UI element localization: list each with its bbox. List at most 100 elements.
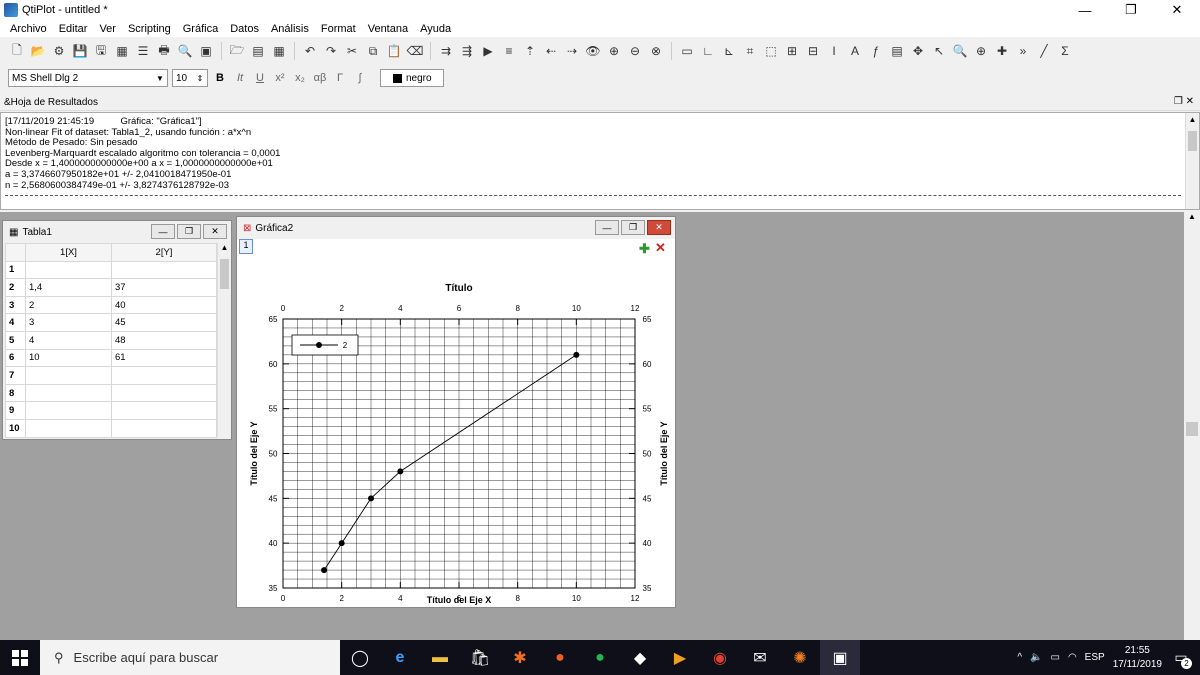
magnifier-icon[interactable]: 🔍 [951,42,969,60]
table-row[interactable]: 7 [5,366,217,385]
table-row[interactable]: 4 3 45 [5,313,217,332]
show-hidden-icons-icon[interactable]: ^ [1017,652,1022,663]
data-point[interactable] [368,495,374,502]
cell-y[interactable]: 45 [111,313,217,332]
menu-datos[interactable]: Datos [224,23,265,35]
table-row[interactable]: 3 2 40 [5,295,217,315]
close-button[interactable]: ✕ [1154,0,1200,20]
row-number[interactable]: 2 [5,278,26,297]
chrome-icon[interactable]: ◉ [700,640,740,675]
cell-y[interactable] [111,401,217,420]
cell-x[interactable]: 2 [25,295,112,315]
row-number[interactable]: 5 [5,330,26,350]
settings-app-icon[interactable]: ✺ [780,640,820,675]
edge-icon[interactable]: e [380,640,420,675]
sort-icon[interactable]: ⇶ [458,42,476,60]
print-preview-icon[interactable]: 🔍 [176,42,194,60]
cut-icon[interactable]: ✂ [343,42,361,60]
cell-y[interactable] [111,383,217,403]
cell-x[interactable]: 4 [25,330,112,350]
close-panel-icon[interactable]: ✕ [1186,96,1194,107]
column-header[interactable]: 1[X] [25,243,112,262]
cell-x[interactable]: 10 [25,348,112,368]
cell-x[interactable] [25,401,112,420]
table-row[interactable]: 1 [5,260,217,280]
results-log[interactable]: [17/11/2019 21:45:19 Gráfica: "Gráfica1"… [0,112,1200,210]
table-row[interactable]: 6 10 61 [5,348,217,368]
clock[interactable]: 21:55 17/11/2019 [1113,644,1162,672]
cell-x[interactable]: 3 [25,313,112,332]
menu-scripting[interactable]: Scripting [122,23,177,35]
file-explorer-icon[interactable]: ▬ [420,640,460,675]
more-tools-icon[interactable]: » [1014,42,1032,60]
graph-window-titlebar[interactable]: ⊠ Gráfica2 — ❐ ✕ [237,217,675,239]
float-panel-icon[interactable]: ❐ [1174,96,1183,107]
cell-y[interactable]: 48 [111,330,217,350]
cell-y[interactable] [111,418,217,438]
data-point[interactable] [338,540,345,547]
dropbox-icon[interactable]: ◆ [620,640,660,675]
row-number[interactable]: 6 [5,348,26,368]
row-number[interactable]: 10 [5,418,26,438]
graph-window[interactable]: ⊠ Gráfica2 — ❐ ✕ 1 ✚ ✕ 0 0 2 2 4 4 6 6 8 8 10 10 12 1… [236,216,676,608]
table-window-titlebar[interactable]: ▦ Tabla1 — ❐ ✕ [3,221,231,243]
battery-icon[interactable]: ▭ [1050,652,1059,663]
open-icon[interactable]: 📂 [29,42,47,60]
font-size-spinner[interactable]: 10 ⇕ [172,69,208,87]
cell-y[interactable] [111,366,217,385]
new-folder-icon[interactable]: 🗁 [228,42,246,60]
error-bars-icon[interactable]: I [825,42,843,60]
clear-icon[interactable]: ⌫ [406,42,424,60]
menu-ventana[interactable]: Ventana [362,23,414,35]
menu-ayuda[interactable]: Ayuda [414,23,457,35]
add-layer-icon[interactable]: ▭ [678,42,696,60]
mail-icon[interactable]: ✉ [740,640,780,675]
move-up-icon[interactable]: ⇡ [521,42,539,60]
save-icon[interactable]: 💾 [71,42,89,60]
new-table-icon[interactable]: ▤ [249,42,267,60]
cell-y[interactable] [111,260,217,280]
maximize-button[interactable]: ❐ [621,220,645,235]
cell-y[interactable]: 37 [111,278,217,297]
undo-icon[interactable]: ↶ [301,42,319,60]
qtiplot-taskbar-icon[interactable]: ▣ [820,640,860,675]
cell-x[interactable]: 1,4 [25,278,112,297]
axes-icon[interactable]: ∟ [699,42,717,60]
close-button[interactable]: ✕ [647,220,671,235]
cell-x[interactable] [25,418,112,438]
table-scrollbar[interactable]: ▲ [217,243,231,437]
scroll-thumb[interactable] [220,259,229,289]
text-color-button[interactable]: negro [380,69,444,87]
taskbar-search[interactable]: ⚲ Escribe aquí para buscar [40,640,340,675]
zoom-out-icon[interactable]: ⊖ [626,42,644,60]
legend-icon[interactable]: ▤ [888,42,906,60]
superscript-button[interactable]: x² [272,69,288,87]
workspace-scrollbar[interactable]: ▲ [1184,212,1200,640]
subscript-button[interactable]: x₂ [292,69,308,87]
plot-text-icon[interactable]: ⊞ [783,42,801,60]
minimize-button[interactable]: — [151,224,175,239]
axes-arrow-icon[interactable]: ⊾ [720,42,738,60]
function-icon[interactable]: ƒ [867,42,885,60]
sum-icon[interactable]: Σ [1056,42,1074,60]
app-icon[interactable]: ✱ [500,640,540,675]
gamma-button[interactable]: Γ [332,69,348,87]
play-icon[interactable]: ▶ [479,42,497,60]
paste-icon[interactable]: 📋 [385,42,403,60]
table-row[interactable]: 2 1,4 37 [5,278,217,297]
minimize-button[interactable]: — [595,220,619,235]
corner-cell[interactable] [5,243,26,262]
plot-layout-icon[interactable]: ⊟ [804,42,822,60]
firefox-icon[interactable]: ● [540,640,580,675]
volume-icon[interactable]: 🔈 [1030,652,1042,663]
scroll-up-icon[interactable]: ▲ [1184,212,1200,226]
menu-analisis[interactable]: Análisis [265,23,315,35]
line-tool-icon[interactable]: ╱ [1035,42,1053,60]
export-pdf-icon[interactable]: ▣ [197,42,215,60]
data-point[interactable] [397,468,404,475]
underline-button[interactable]: U [252,69,268,87]
bold-button[interactable]: B [212,69,228,87]
move-right-icon[interactable]: ⇢ [563,42,581,60]
cell-x[interactable] [25,366,112,385]
table-row[interactable]: 8 [5,383,217,403]
